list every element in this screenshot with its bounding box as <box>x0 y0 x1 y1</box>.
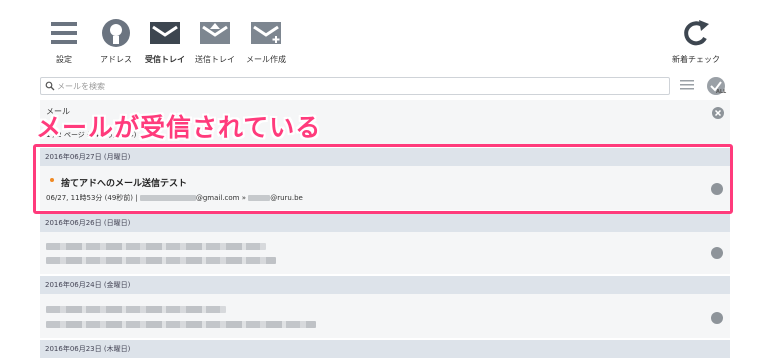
outbox-button[interactable]: 送信トレイ <box>192 18 238 65</box>
mail-row[interactable] <box>40 294 730 338</box>
compose-label: メール作成 <box>246 55 286 64</box>
compose-button[interactable]: メール作成 <box>242 18 290 65</box>
date-label: 2016年06月26日 (日曜日) <box>45 219 131 227</box>
list-view-icon[interactable] <box>680 79 694 91</box>
read-status-icon[interactable] <box>711 312 723 324</box>
date-header: 2016年06月23日 (木曜日) <box>40 340 730 358</box>
date-label: 2016年06月23日 (木曜日) <box>45 345 131 353</box>
redacted-subject <box>46 306 226 313</box>
settings-label: 設定 <box>56 55 72 64</box>
inbox-button[interactable]: 受信トレイ <box>142 18 188 65</box>
search-input[interactable] <box>57 79 657 93</box>
toolbar: 設定 アドレス 受信トレイ 送信トレイ メール作成 新着チェック <box>0 0 768 72</box>
inbox-label: 受信トレイ <box>145 55 185 64</box>
date-header: 2016年06月26日 (日曜日) <box>40 214 730 232</box>
highlight-frame <box>33 144 733 214</box>
close-icon[interactable] <box>712 107 724 119</box>
inbox-mail-icon <box>150 22 180 44</box>
annotation-text: メールが受信されている <box>36 113 322 142</box>
search-icon <box>45 81 55 91</box>
read-status-icon[interactable] <box>711 247 723 259</box>
check-new-label: 新着チェック <box>672 55 720 64</box>
address-book-icon <box>102 19 130 47</box>
compose-mail-icon <box>251 22 281 44</box>
search-box <box>40 77 670 95</box>
date-label: 2016年06月24日 (金曜日) <box>45 281 131 289</box>
check-new-button[interactable]: 新着チェック <box>668 18 724 65</box>
refresh-icon <box>684 20 709 46</box>
address-label: アドレス <box>100 55 132 64</box>
outbox-label: 送信トレイ <box>195 55 235 64</box>
menu-icon <box>51 22 77 44</box>
mail-row[interactable] <box>40 232 730 274</box>
settings-button[interactable]: 設定 <box>46 18 82 65</box>
check-all-label: ALL <box>716 89 727 95</box>
date-header: 2016年06月24日 (金曜日) <box>40 276 730 294</box>
redacted-meta <box>46 257 276 264</box>
address-button[interactable]: アドレス <box>96 18 136 65</box>
redacted-subject <box>46 243 266 250</box>
redacted-meta <box>46 321 316 328</box>
outbox-mail-icon <box>200 22 230 44</box>
